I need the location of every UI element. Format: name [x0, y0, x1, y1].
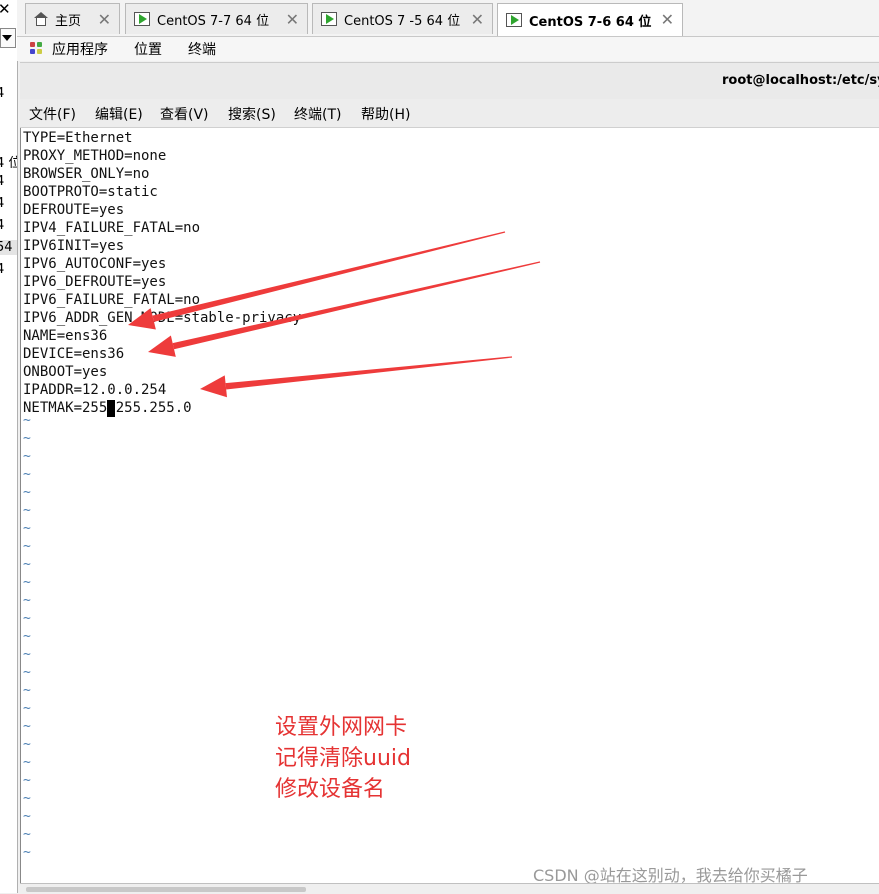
- menu-search[interactable]: 搜索(S): [228, 104, 276, 124]
- config-line: IPV6_AUTOCONF=yes: [23, 256, 167, 272]
- terminal-title-bar[interactable]: root@localhost:/etc/sys: [20, 62, 879, 100]
- annotation-line: 记得清除uuid: [275, 746, 411, 771]
- chevron-down-icon[interactable]: [0, 28, 16, 48]
- close-icon[interactable]: ✕: [471, 10, 484, 29]
- vim-tilde: ~: [23, 611, 31, 626]
- sidebar-fragment[interactable]: 4: [0, 262, 4, 277]
- vim-tilde: ~: [23, 467, 31, 482]
- vim-tilde: ~: [23, 575, 31, 590]
- close-icon[interactable]: ✕: [98, 10, 111, 29]
- vm-play-icon: [506, 13, 522, 27]
- sidebar-fragment[interactable]: 4: [0, 86, 4, 101]
- vim-tilde: ~: [23, 449, 31, 464]
- vim-tilde: ~: [23, 503, 31, 518]
- vim-tilde: ~: [23, 701, 31, 716]
- vim-tilde: ~: [23, 665, 31, 680]
- terminal-menu-bar: 文件(F) 编辑(E) 查看(V) 搜索(S) 终端(T) 帮助(H): [20, 99, 879, 128]
- close-icon[interactable]: ✕: [286, 10, 299, 29]
- tab-label: 主页: [55, 13, 82, 29]
- config-line: IPV6_FAILURE_FATAL=no: [23, 292, 201, 308]
- tab-centos-7-5[interactable]: CentOS 7 -5 64 位 ✕: [312, 3, 493, 34]
- vim-tilde: ~: [23, 845, 31, 860]
- close-icon[interactable]: ✕: [661, 10, 674, 29]
- vim-tilde: ~: [23, 593, 31, 608]
- sidebar-fragment[interactable]: 4: [0, 174, 4, 189]
- annotation-line: 设置外网网卡: [275, 715, 408, 740]
- applications-icon: [30, 42, 43, 55]
- tab-home[interactable]: 主页 ✕: [25, 3, 120, 34]
- annotation-text: 设置外网网卡 记得清除uuid 修改设备名: [275, 712, 411, 805]
- config-line: BROWSER_ONLY=no: [23, 166, 150, 182]
- vim-tilde: ~: [23, 629, 31, 644]
- window-title: root@localhost:/etc/sys: [722, 73, 879, 88]
- config-line: IPV4_FAILURE_FATAL=no: [23, 220, 201, 236]
- vim-tilde: ~: [23, 413, 31, 428]
- menu-places[interactable]: 位置: [134, 39, 162, 59]
- tab-label: CentOS 7-7 64 位: [157, 13, 270, 29]
- menu-edit[interactable]: 编辑(E): [95, 104, 143, 124]
- vim-tilde: ~: [23, 827, 31, 842]
- horizontal-scrollbar[interactable]: [20, 883, 879, 894]
- vim-tilde: ~: [23, 431, 31, 446]
- vim-tilde: ~: [23, 791, 31, 806]
- config-line: IPADDR=12.0.0.254: [23, 382, 167, 398]
- config-line: PROXY_METHOD=none: [23, 148, 167, 164]
- left-sidebar-pane: ✕ 4 4 位 4 4 4 54 4: [0, 0, 18, 893]
- vim-tilde: ~: [23, 539, 31, 554]
- scrollbar-thumb[interactable]: [26, 887, 306, 892]
- vim-tilde: ~: [23, 773, 31, 788]
- vim-tilde: ~: [23, 485, 31, 500]
- config-line: BOOTPROTO=static: [23, 184, 158, 200]
- config-line: DEFROUTE=yes: [23, 202, 125, 218]
- vim-tilde: ~: [23, 755, 31, 770]
- config-line: ONBOOT=yes: [23, 364, 108, 380]
- sidebar-fragment[interactable]: 4 位: [0, 152, 17, 171]
- menu-terminal-tab[interactable]: 终端(T): [294, 104, 341, 124]
- config-line: NAME=ens36: [23, 328, 108, 344]
- tab-label: CentOS 7-6 64 位: [529, 14, 652, 30]
- config-line: IPV6_ADDR_GEN_MODE=stable-privacy: [23, 310, 302, 326]
- home-icon: [34, 12, 48, 26]
- sidebar-fragment[interactable]: 4: [0, 218, 4, 233]
- config-line: DEVICE=ens36: [23, 346, 125, 362]
- vm-play-icon: [321, 12, 337, 26]
- tab-label: CentOS 7 -5 64 位: [344, 13, 461, 29]
- menu-view[interactable]: 查看(V): [160, 104, 209, 124]
- vim-tilde: ~: [23, 809, 31, 824]
- gnome-top-bar: 应用程序 位置 终端: [17, 37, 879, 61]
- menu-file[interactable]: 文件(F): [29, 104, 76, 124]
- config-line: IPV6_DEFROUTE=yes: [23, 274, 167, 290]
- vim-tilde: ~: [23, 719, 31, 734]
- vm-play-icon: [134, 12, 150, 26]
- terminal-body[interactable]: TYPE=Ethernet PROXY_METHOD=none BROWSER_ON…: [20, 128, 879, 883]
- menu-terminal[interactable]: 终端: [188, 39, 216, 59]
- text-cursor: [107, 400, 116, 417]
- vim-tilde: ~: [23, 521, 31, 536]
- vim-tilde: ~: [23, 737, 31, 752]
- annotation-line: 修改设备名: [275, 777, 386, 802]
- menu-help[interactable]: 帮助(H): [361, 104, 410, 124]
- vim-tilde: ~: [23, 557, 31, 572]
- config-line: TYPE=Ethernet: [23, 130, 133, 146]
- menu-applications[interactable]: 应用程序: [52, 39, 108, 59]
- sidebar-fragment[interactable]: 54: [0, 240, 17, 255]
- vim-tilde: ~: [23, 647, 31, 662]
- config-line: IPV6INIT=yes: [23, 238, 125, 254]
- tab-centos-7-6[interactable]: CentOS 7-6 64 位 ✕: [497, 3, 683, 36]
- close-icon[interactable]: ✕: [0, 0, 11, 18]
- vim-tilde: ~: [23, 683, 31, 698]
- vm-tab-bar: 主页 ✕ CentOS 7-7 64 位 ✕ CentOS 7 -5 64 位 …: [17, 0, 879, 37]
- sidebar-fragment[interactable]: 4: [0, 196, 4, 211]
- tab-centos-7-7[interactable]: CentOS 7-7 64 位 ✕: [125, 3, 308, 34]
